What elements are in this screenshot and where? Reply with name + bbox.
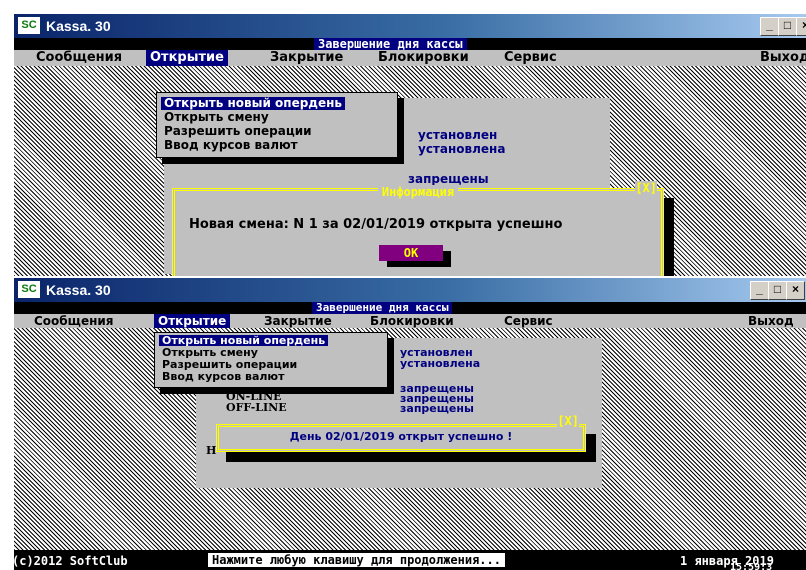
menu-closing[interactable]: Закрытие [270, 50, 343, 66]
menu-blocks[interactable]: Блокировки [378, 50, 469, 66]
menu-messages[interactable]: Сообщения [34, 314, 113, 328]
block-label-offline: OFF-LINE [226, 401, 287, 414]
dialog-message: День 02/01/2019 открыт успешно ! [289, 430, 513, 443]
softclub-app-icon: SC [18, 17, 40, 34]
status-value: установлена [400, 357, 481, 370]
close-button[interactable]: × [796, 17, 806, 36]
status-value: установлена [418, 142, 506, 156]
copyright-text: (c)2012 SoftClub [14, 554, 128, 568]
status-value: запрещены [400, 402, 474, 415]
menu-opening[interactable]: Открытие [146, 50, 228, 66]
success-dialog: [X] День 02/01/2019 открыт успешно ! [216, 414, 586, 452]
continue-prompt: Нажмите любую клавишу для продолжения... [208, 553, 505, 567]
dialog-close-button[interactable]: [X] [557, 414, 579, 428]
title-bar[interactable]: SC Kassa. 30 _ □ × [14, 14, 806, 38]
dialog-close-button[interactable]: [X] [635, 181, 657, 195]
close-button[interactable]: × [786, 281, 805, 300]
day-close-title: Завершение дня кассы [312, 302, 453, 314]
menu-service[interactable]: Сервис [504, 50, 557, 66]
minimize-button[interactable]: _ [760, 17, 779, 36]
console-status-bar: (c)2012 SoftClub Нажмите любую клавишу д… [14, 550, 806, 570]
menu-exit[interactable]: Выход [748, 314, 794, 328]
menu-item-allow-operations[interactable]: Разрешить операции [161, 125, 315, 138]
main-menu-bar: Сообщения Открытие Закрытие Блокировки С… [14, 50, 806, 66]
opening-dropdown-menu: Открыть новый опердень Открыть смену Раз… [154, 332, 388, 388]
menu-item-allow-operations[interactable]: Разрешить операции [159, 359, 300, 370]
dos-console: Завершение дня кассы Сообщения Открытие … [14, 302, 806, 570]
maximize-button[interactable]: □ [778, 17, 797, 36]
current-time: 15:59:3 [730, 562, 773, 570]
menu-blocks[interactable]: Блокировки [370, 314, 454, 328]
menu-closing[interactable]: Закрытие [264, 314, 332, 328]
softclub-app-icon: SC [18, 281, 40, 298]
opening-dropdown-menu: Открыть новый опердень Открыть смену Раз… [156, 92, 398, 158]
window-title: Kassa. 30 [46, 18, 111, 34]
menu-opening[interactable]: Открытие [154, 314, 231, 328]
info-dialog: Информация [X] Новая смена: N 1 за 02/01… [172, 181, 664, 276]
menu-item-open-shift[interactable]: Открыть смену [159, 347, 261, 358]
menu-item-open-new-day[interactable]: Открыть новый опердень [159, 335, 329, 346]
dialog-message: Новая смена: N 1 за 02/01/2019 открыта у… [189, 217, 563, 232]
dialog-title-text: Информация [377, 185, 459, 199]
window-title: Kassa. 30 [46, 282, 111, 298]
partial-hidden-label: Н [206, 444, 217, 457]
menu-messages[interactable]: Сообщения [36, 50, 122, 66]
minimize-button[interactable]: _ [750, 281, 769, 300]
kassa-window-bottom: SC Kassa. 30 _ □ × Завершение дня кассы … [14, 278, 806, 570]
menu-service[interactable]: Сервис [504, 314, 553, 328]
day-close-title: Завершение дня кассы [314, 38, 467, 50]
title-bar[interactable]: SC Kassa. 30 _ □ × [14, 278, 806, 302]
menu-exit[interactable]: Выход [760, 50, 806, 66]
status-value: установлен [418, 128, 498, 142]
menu-item-open-shift[interactable]: Открыть смену [161, 111, 272, 124]
dos-console: Завершение дня кассы Сообщения Открытие … [14, 38, 806, 276]
menu-item-open-new-day[interactable]: Открыть новый опердень [161, 97, 346, 110]
ok-button[interactable]: OK [379, 245, 443, 261]
kassa-window-top: SC Kassa. 30 _ □ × Завершение дня кассы … [14, 14, 806, 276]
menu-item-currency-rates[interactable]: Ввод курсов валют [161, 139, 301, 152]
menu-item-currency-rates[interactable]: Ввод курсов валют [159, 371, 288, 382]
main-menu-bar: Сообщения Открытие Закрытие Блокировки С… [14, 314, 806, 328]
maximize-button[interactable]: □ [768, 281, 787, 300]
dialog-title: Информация [175, 181, 661, 200]
